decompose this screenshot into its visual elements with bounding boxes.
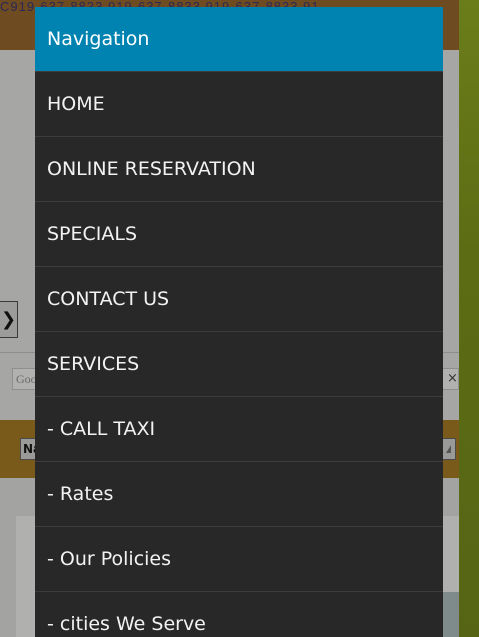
- menu-item-our-policies[interactable]: - Our Policies: [35, 526, 443, 591]
- menu-item-services[interactable]: SERVICES: [35, 331, 443, 396]
- navigation-menu: Navigation HOME ONLINE RESERVATION SPECI…: [35, 7, 443, 637]
- navigation-menu-list: HOME ONLINE RESERVATION SPECIALS CONTACT…: [35, 71, 443, 637]
- menu-item-cities-we-serve[interactable]: - cities We Serve: [35, 591, 443, 637]
- menu-item-contact-us[interactable]: CONTACT US: [35, 266, 443, 331]
- navigation-menu-title: Navigation: [35, 7, 443, 71]
- menu-item-call-taxi[interactable]: - CALL TAXI: [35, 396, 443, 461]
- close-icon: ×: [447, 371, 458, 386]
- slider-next-arrow-icon: ❯: [0, 301, 18, 338]
- menu-item-rates[interactable]: - Rates: [35, 461, 443, 526]
- select-arrow-icon: [446, 445, 451, 453]
- menu-item-specials[interactable]: SPECIALS: [35, 201, 443, 266]
- menu-item-home[interactable]: HOME: [35, 71, 443, 136]
- background-right-strip: [459, 0, 479, 637]
- menu-item-online-reservation[interactable]: ONLINE RESERVATION: [35, 136, 443, 201]
